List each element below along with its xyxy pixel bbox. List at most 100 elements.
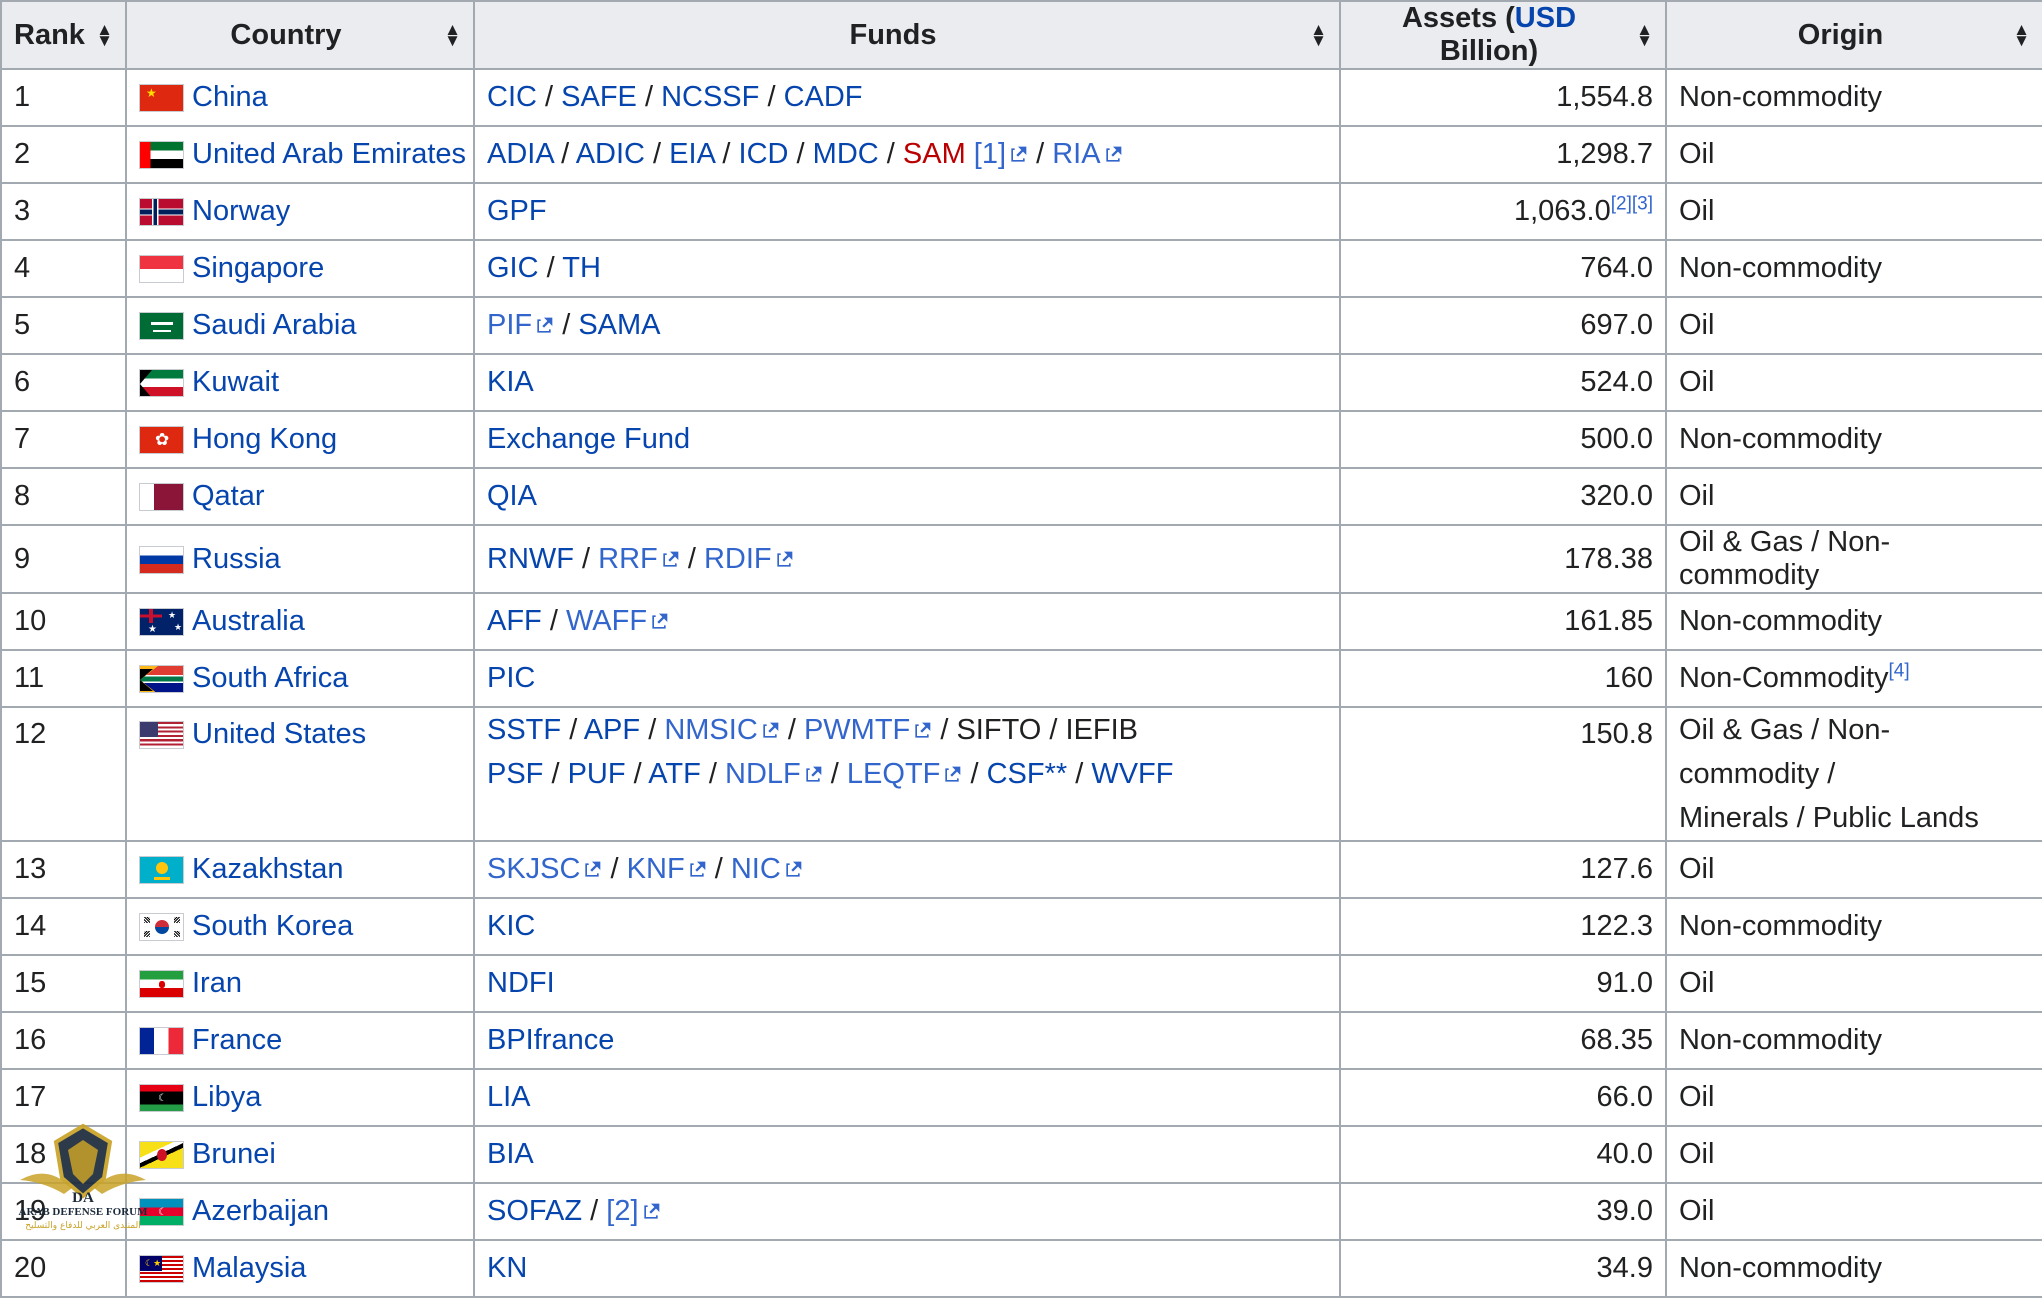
usd-link[interactable]: USD [1515, 2, 1576, 34]
fund-link[interactable]: LIA [487, 1081, 531, 1113]
assets-cell: 320.0 [1339, 467, 1667, 526]
fund-link[interactable]: KIA [487, 366, 534, 398]
country-link[interactable]: South Korea [192, 910, 353, 942]
assets-cell: 68.35 [1339, 1011, 1667, 1070]
fund-link[interactable]: ICD [739, 138, 789, 170]
fund-link[interactable]: EIA [669, 138, 714, 170]
fund-external-link[interactable]: [2] [606, 1195, 660, 1227]
fund-external-link[interactable]: RIA [1052, 138, 1122, 170]
country-link[interactable]: Brunei [192, 1138, 276, 1170]
fund-link[interactable]: CIC [487, 81, 537, 113]
fund-external-link[interactable]: RDIF [704, 543, 794, 575]
fund-redlink[interactable]: SAM [903, 138, 966, 170]
fund-external-link[interactable]: NIC [731, 853, 803, 885]
fund-external-link[interactable]: NDLF [725, 758, 823, 790]
fund-external-link[interactable]: [1] [974, 138, 1028, 170]
sort-arrows-icon[interactable]: ▲ ▼ [1636, 21, 1653, 49]
separator: / [562, 309, 571, 341]
origin-cell: Oil [1665, 467, 2042, 526]
country-link[interactable]: Qatar [192, 480, 265, 512]
sort-arrows-icon[interactable]: ▲ ▼ [444, 21, 461, 49]
fund-link[interactable]: WVFF [1091, 758, 1173, 790]
fund-link[interactable]: GIC [487, 252, 539, 284]
country-link[interactable]: South Africa [192, 662, 348, 694]
fund-link[interactable]: ADIA [487, 138, 553, 170]
fund-link[interactable]: SAMA [578, 309, 660, 341]
fund-external-link[interactable]: PWMTF [804, 714, 932, 746]
fund-external-link[interactable]: NMSIC [664, 714, 779, 746]
fund-link[interactable]: BIA [487, 1138, 534, 1170]
table-row: 4 Singapore GIC / TH 764.0 Non-commodity [0, 239, 2042, 298]
separator: / [582, 542, 591, 575]
column-header-funds[interactable]: Funds ▲ ▼ [473, 0, 1341, 70]
country-link[interactable]: Australia [192, 605, 305, 637]
fund-link[interactable]: KIC [487, 910, 535, 942]
table-row: 8 Qatar QIA 320.0 Oil [0, 467, 2042, 526]
country-link[interactable]: Russia [192, 543, 281, 575]
fund-link[interactable]: NCSSF [661, 81, 759, 113]
country-link[interactable]: Saudi Arabia [192, 309, 356, 341]
country-link[interactable]: United Arab Emirates [192, 138, 466, 170]
fund-external-link[interactable]: SKJSC [487, 853, 602, 885]
fund-link[interactable]: TH [562, 252, 601, 284]
fund-link[interactable]: MDC [813, 138, 879, 170]
country-link[interactable]: Kazakhstan [192, 853, 344, 885]
fund-link[interactable]: KN [487, 1252, 527, 1284]
column-header-country[interactable]: Country ▲ ▼ [125, 0, 475, 70]
fund-external-link[interactable]: RRF [598, 543, 680, 575]
fund-external-link[interactable]: KNF [627, 853, 707, 885]
fund-external-link[interactable]: WAFF [566, 605, 669, 637]
column-header-rank[interactable]: Rank ▲ ▼ [0, 0, 127, 70]
country-link[interactable]: Norway [192, 195, 290, 227]
separator: / [545, 81, 554, 113]
country-link[interactable]: China [192, 81, 268, 113]
fund-link[interactable]: RNWF [487, 543, 574, 575]
separator: / [610, 853, 619, 885]
country-cell: Saudi Arabia [125, 296, 475, 355]
country-link[interactable]: Kuwait [192, 366, 279, 398]
sort-arrows-icon[interactable]: ▲ ▼ [96, 21, 113, 49]
fund-link[interactable]: ADIC [576, 138, 645, 170]
funds-cell: KN [473, 1239, 1341, 1298]
fund-link[interactable]: BPIfrance [487, 1024, 614, 1056]
country-link[interactable]: Azerbaijan [192, 1195, 329, 1227]
fund-link[interactable]: AFF [487, 605, 542, 637]
fund-external-link[interactable]: PIF [487, 309, 554, 341]
assets-cell: 34.9 [1339, 1239, 1667, 1298]
sort-arrows-icon[interactable]: ▲ ▼ [1310, 21, 1327, 49]
reference-link[interactable]: [2][3] [1611, 193, 1653, 214]
column-header-assets[interactable]: Assets (USD Billion) ▲ ▼ [1339, 0, 1667, 70]
fund-link[interactable]: CSF** [987, 758, 1068, 790]
country-link[interactable]: United States [192, 718, 366, 750]
fund-link[interactable]: CADF [784, 81, 863, 113]
fund-link[interactable]: QIA [487, 480, 537, 512]
fund-external-link[interactable]: LEQTF [847, 758, 962, 790]
fund-link[interactable]: PUF [568, 758, 626, 790]
fund-link[interactable]: GPF [487, 195, 547, 227]
fund-link[interactable]: PIC [487, 662, 535, 694]
fund-link[interactable]: APF [584, 714, 640, 746]
country-link[interactable]: France [192, 1024, 282, 1056]
country-link[interactable]: Libya [192, 1081, 261, 1113]
country-cell: Kazakhstan [125, 840, 475, 899]
fund-link[interactable]: SAFE [561, 81, 637, 113]
country-cell: Iran [125, 954, 475, 1013]
fund-link[interactable]: NDFI [487, 967, 555, 999]
fund-link[interactable]: PSF [487, 758, 543, 790]
fund-link[interactable]: Exchange Fund [487, 423, 690, 455]
country-cell: ★ China [125, 68, 475, 127]
country-link[interactable]: Hong Kong [192, 423, 337, 455]
sort-arrows-icon[interactable]: ▲ ▼ [2013, 21, 2030, 49]
column-header-origin[interactable]: Origin ▲ ▼ [1665, 0, 2042, 70]
reference-link[interactable]: [4] [1889, 660, 1910, 681]
fund-link[interactable]: ATF [648, 758, 701, 790]
funds-line: PSF / PUF / ATF / NDLF / LEQTF / CSF** /… [487, 752, 1327, 796]
fund-link[interactable]: SOFAZ [487, 1195, 582, 1227]
external-link-icon [582, 860, 602, 880]
fund-link[interactable]: SSTF [487, 714, 561, 746]
country-link[interactable]: Malaysia [192, 1252, 306, 1284]
country-link[interactable]: Iran [192, 967, 242, 999]
external-link-icon [942, 765, 962, 785]
country-link[interactable]: Singapore [192, 252, 324, 284]
external-link-label: [1] [973, 138, 1007, 170]
